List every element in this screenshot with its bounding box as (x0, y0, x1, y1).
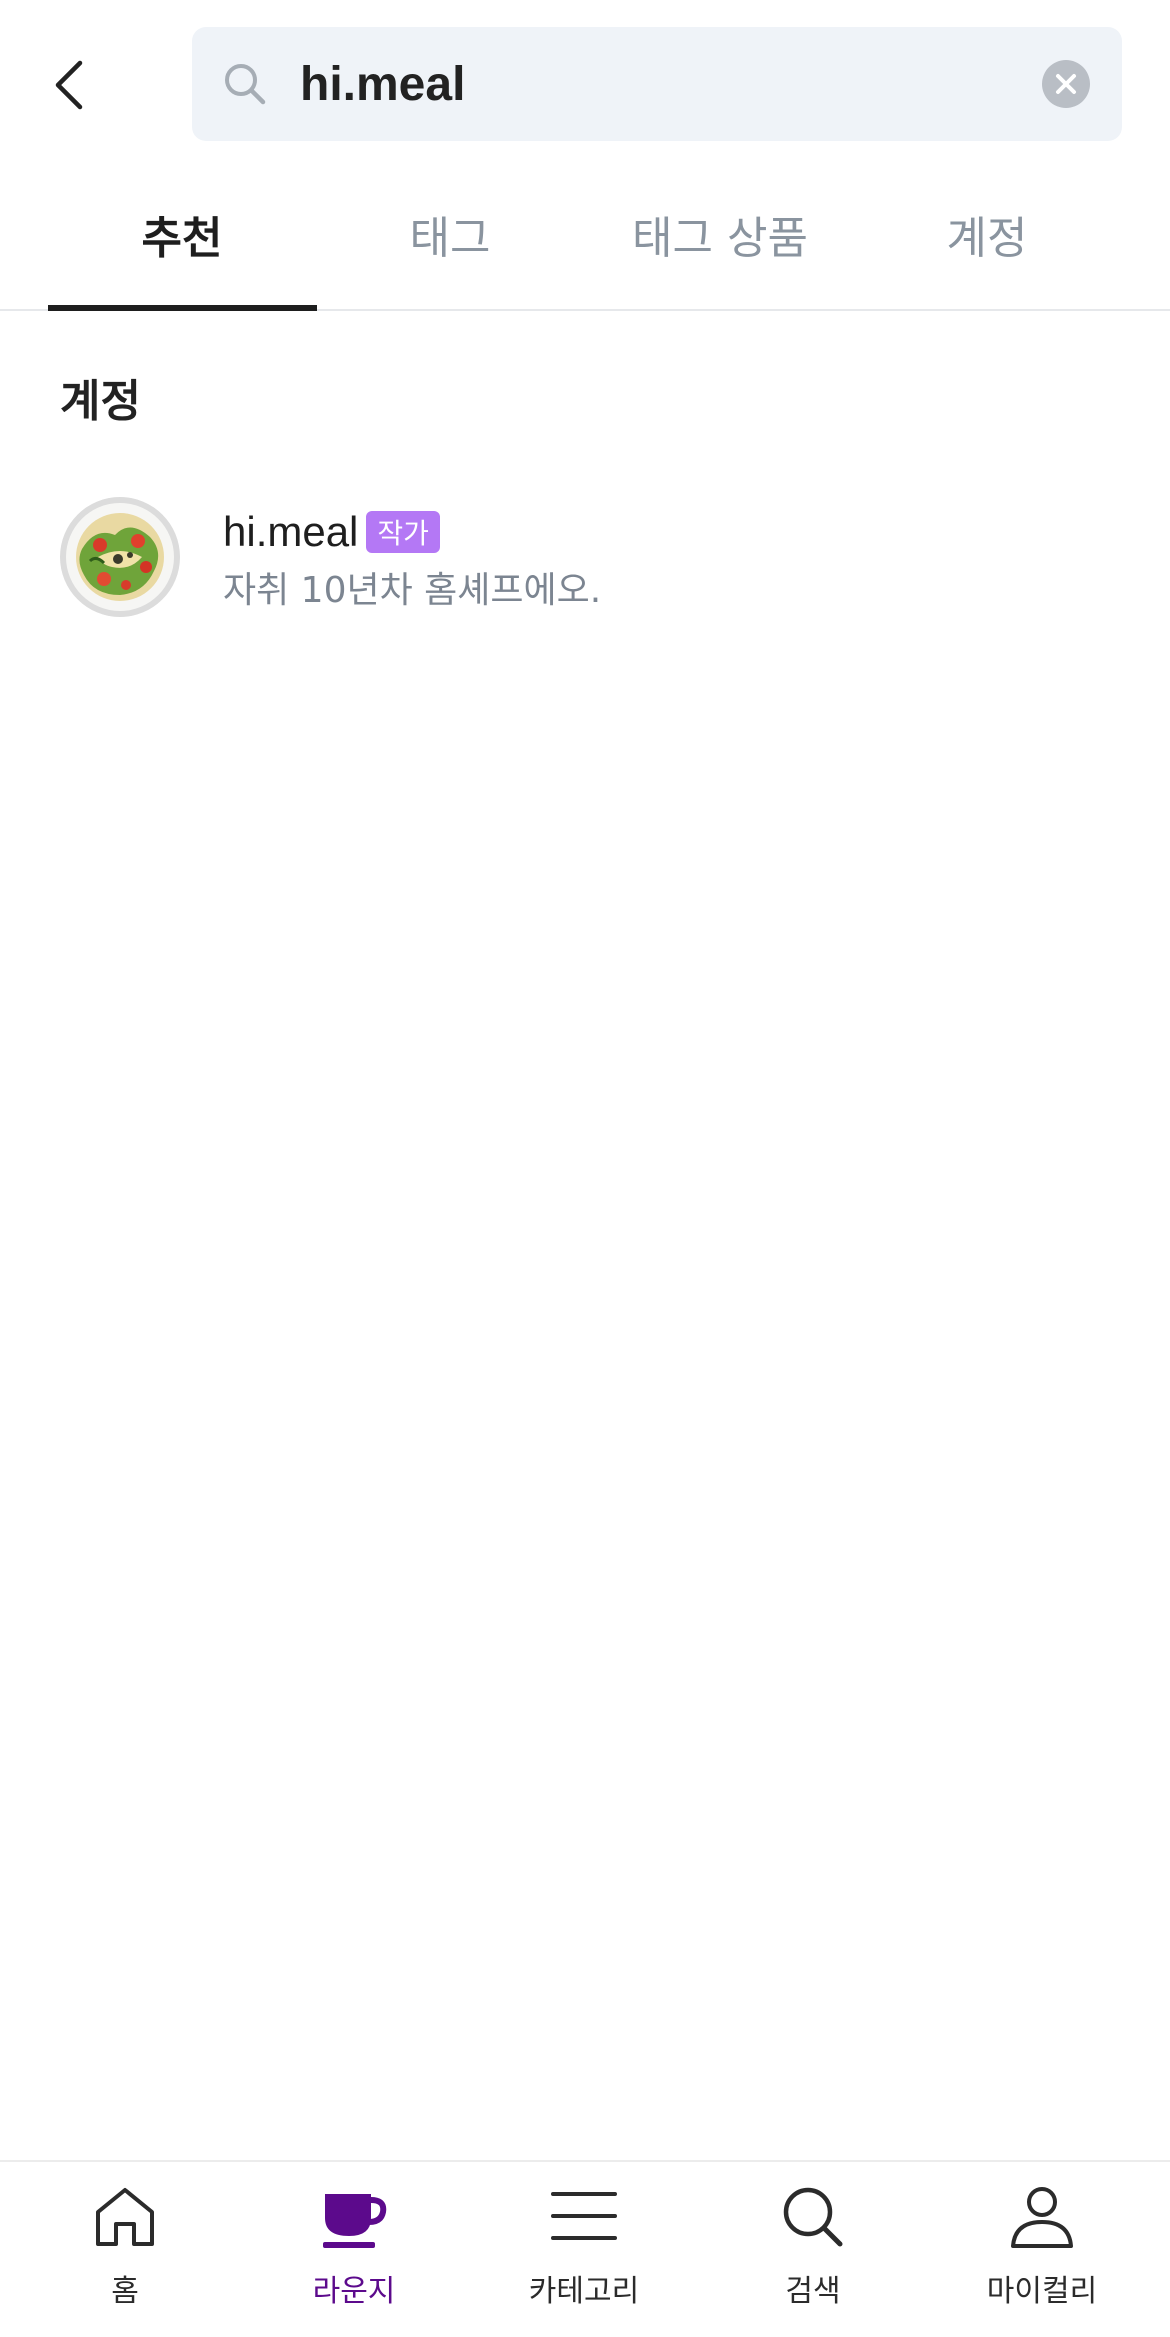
menu-icon (551, 2192, 617, 2240)
chevron-left-icon (55, 60, 83, 110)
tab-label: 태그 상품 (632, 212, 808, 264)
back-button[interactable] (40, 45, 100, 125)
search-icon (225, 64, 266, 105)
nav-item-search[interactable]: 검색 (698, 2162, 928, 2337)
section-title-accounts: 계정 (60, 376, 141, 427)
nav-item-category[interactable]: 카테고리 (469, 2162, 699, 2337)
salad-plate-avatar (60, 497, 180, 617)
search-input[interactable] (300, 47, 1000, 121)
active-tab-indicator (48, 305, 317, 311)
cup-icon (323, 2194, 387, 2248)
tab-accounts[interactable]: 계정 (852, 180, 1122, 311)
nav-label: 카테고리 (528, 2274, 640, 2309)
nav-label: 라운지 (312, 2274, 396, 2309)
tab-tags[interactable]: 태그 (315, 180, 585, 311)
search-tabs: 추천 태그 태그 상품 계정 (0, 180, 1170, 311)
search-icon (783, 2187, 843, 2247)
author-badge: 작가 (366, 511, 440, 553)
tab-label: 태그 (409, 212, 491, 264)
search-bar[interactable] (192, 27, 1122, 141)
nav-item-lounge[interactable]: 라운지 (239, 2162, 469, 2337)
tab-label: 추천 (141, 212, 223, 264)
tab-recommended[interactable]: 추천 (47, 180, 317, 311)
account-bio: 자취 10년차 홈셰프에오. (223, 570, 602, 611)
bottom-navigation: 홈 라운지 카테고리 검색 마이컬리 (0, 2160, 1170, 2337)
avatar (60, 497, 180, 617)
tab-tag-products[interactable]: 태그 상품 (585, 180, 855, 311)
account-name: hi.meal (223, 508, 359, 555)
search-header (0, 0, 1170, 170)
nav-label: 마이컬리 (986, 2274, 1098, 2309)
nav-item-home[interactable]: 홈 (10, 2162, 240, 2337)
account-list-item[interactable]: hi.meal 작가 자취 10년차 홈셰프에오. (60, 495, 1110, 620)
clear-search-button[interactable] (1042, 60, 1090, 108)
nav-label: 홈 (111, 2274, 139, 2309)
account-name-row: hi.meal 작가 (223, 507, 440, 557)
home-icon (96, 2188, 154, 2246)
close-icon (1056, 74, 1076, 94)
nav-label: 검색 (785, 2274, 841, 2309)
user-icon (1011, 2187, 1073, 2248)
nav-item-my-kurly[interactable]: 마이컬리 (927, 2162, 1157, 2337)
tab-label: 계정 (946, 212, 1028, 264)
